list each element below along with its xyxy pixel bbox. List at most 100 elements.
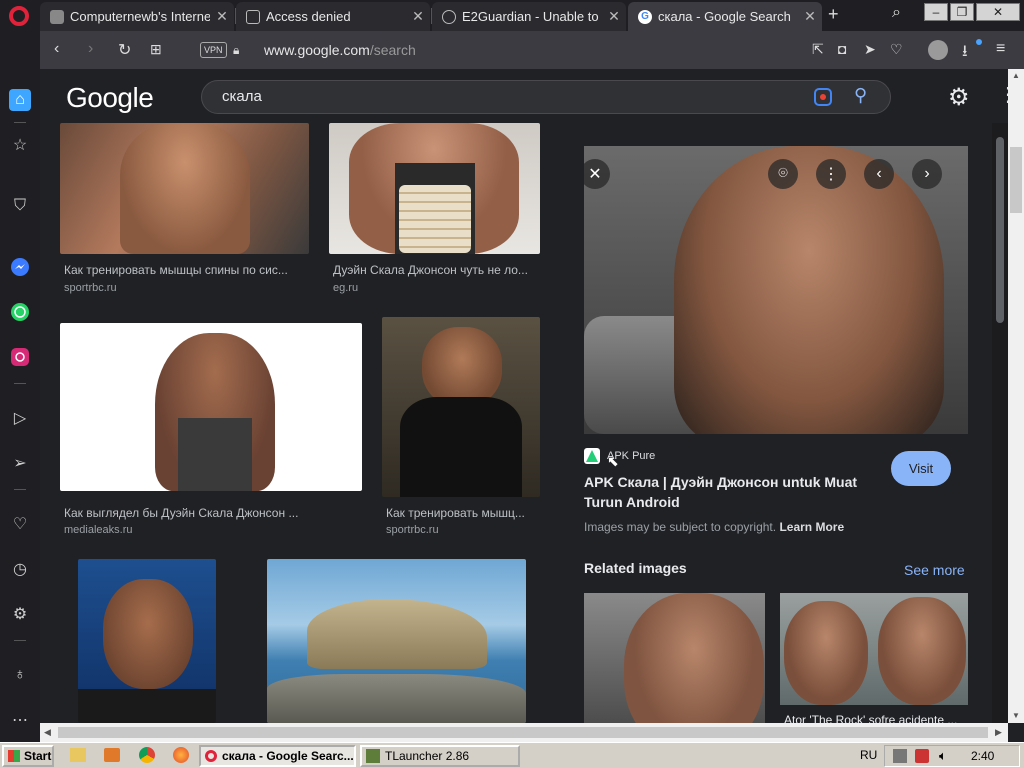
mouse-cursor-icon: ⬉ (607, 453, 619, 469)
result-image-2[interactable] (329, 123, 540, 254)
search-icon[interactable]: ⚲ (854, 85, 867, 106)
previous-icon[interactable]: ‹ (864, 159, 894, 189)
learn-more-link[interactable]: Learn More (779, 520, 844, 534)
related-image-2[interactable] (780, 593, 968, 705)
google-logo[interactable]: Google (66, 82, 154, 114)
close-tab-icon[interactable]: ✕ (210, 8, 234, 25)
close-tab-icon[interactable]: ✕ (406, 8, 430, 25)
network-tray-icon[interactable] (893, 749, 907, 763)
result-title[interactable]: Как тренировать мышцы спины по сис... (64, 263, 304, 277)
related-images-heading: Related images (584, 560, 687, 576)
result-source[interactable]: sportrbc.ru (386, 524, 439, 536)
media-player-quicklaunch-icon[interactable] (104, 748, 120, 762)
download-icon[interactable]: ⭳ (962, 40, 968, 67)
explorer-quicklaunch-icon[interactable] (70, 748, 86, 762)
task-opera-window[interactable]: скала - Google Searc... (199, 745, 356, 767)
result-image-4[interactable] (382, 317, 540, 497)
tab-e2guardian[interactable]: E2Guardian - Unable to lo ✕ (432, 2, 626, 31)
send-icon[interactable]: ➤ (864, 41, 876, 58)
heart-icon[interactable]: ♡ (890, 41, 903, 58)
profile-avatar[interactable] (928, 40, 948, 60)
visit-button[interactable]: Visit (891, 451, 951, 486)
result-title[interactable]: Дуэйн Скала Джонсон чуть не ло... (333, 263, 538, 277)
start-button[interactable]: Start (2, 745, 54, 767)
page-scrollbar[interactable]: ▲ ▼ (1008, 69, 1024, 723)
tab-computernewb[interactable]: Computernewb's Internet ✕ (40, 2, 234, 31)
new-tab-button[interactable]: + (828, 4, 839, 25)
messenger-icon[interactable] (9, 256, 31, 278)
result-image-5[interactable] (78, 559, 216, 723)
result-title[interactable]: Как тренировать мышц... (386, 506, 536, 520)
google-lens-icon[interactable] (814, 88, 832, 106)
tlauncher-icon (366, 749, 380, 763)
tab-title: скала - Google Search (658, 9, 791, 24)
easy-setup-icon[interactable]: ≡ (996, 40, 1005, 58)
preview-image[interactable]: ✕ ⌾ ⋮ ‹ › (584, 146, 968, 434)
result-source[interactable]: sportrbc.ru (64, 282, 117, 294)
send-flow-icon[interactable]: ➢ (9, 452, 31, 474)
tab-access-denied[interactable]: Access denied ✕ (236, 2, 430, 31)
chrome-quicklaunch-icon[interactable] (139, 747, 155, 763)
search-box[interactable]: скала ⚲ (201, 80, 891, 114)
speed-dial-icon[interactable]: ☆ (9, 134, 31, 156)
result-image-1[interactable] (60, 123, 309, 254)
windows-logo-icon (8, 750, 20, 762)
tab-title: Computernewb's Internet (70, 9, 210, 24)
tab-title: E2Guardian - Unable to lo (462, 9, 602, 24)
volume-tray-icon[interactable]: 🔈︎ (939, 748, 947, 764)
related-image-1[interactable] (584, 593, 765, 723)
close-window-button[interactable]: ✕ (976, 3, 1020, 21)
search-tabs-icon[interactable]: ⌕ (892, 4, 901, 22)
google-favicon-icon: G (638, 9, 652, 24)
task-tlauncher[interactable]: TLauncher 2.86 (360, 745, 520, 767)
more-sidebar-icon[interactable]: ⋯ (9, 709, 31, 731)
language-indicator[interactable]: RU (860, 748, 877, 762)
taskbar: Start скала - Google Searc... TLauncher … (0, 742, 1024, 768)
vpn-badge[interactable]: VPN (200, 42, 227, 58)
see-more-link[interactable]: See more (904, 562, 965, 578)
minimize-button[interactable]: – (924, 3, 948, 21)
settings-icon[interactable]: ⚙ (9, 603, 31, 625)
preview-panel: ✕ ⌾ ⋮ ‹ › APK Pure ⬉ APK Скала | Дуэйн Д… (556, 123, 992, 727)
result-source[interactable]: medialeaks.ru (64, 524, 132, 536)
result-title[interactable]: Как выглядел бы Дуэйн Скала Джонсон ... (64, 506, 360, 520)
address-bar: ‹ › ↻ ⊞ VPN 🔒︎ www.google.com/search ⇱ ◘… (40, 31, 1024, 69)
tips-lightbulb-icon[interactable]: ♁ (9, 664, 31, 686)
next-icon[interactable]: › (912, 159, 942, 189)
reload-icon[interactable]: ↻ (118, 40, 131, 60)
more-vert-icon[interactable]: ⋮ (816, 159, 846, 189)
settings-gear-icon[interactable]: ⚙ (948, 83, 970, 112)
home-icon[interactable]: ⌂ (9, 89, 31, 111)
tab-google-search[interactable]: G скала - Google Search ✕ (628, 2, 822, 31)
back-icon[interactable]: ‹ (54, 40, 59, 58)
player-icon[interactable]: ▷ (9, 407, 31, 429)
preview-title[interactable]: APK Скала | Дуэйн Джонсон untuk Muat Tur… (584, 472, 857, 512)
result-image-6[interactable] (267, 559, 526, 723)
horizontal-scrollbar[interactable]: ◀ ▶ (40, 723, 1008, 742)
tab-grid-icon[interactable]: ⊞ (150, 41, 162, 58)
clock[interactable]: 2:40 (971, 749, 994, 763)
history-icon[interactable]: ◷ (9, 558, 31, 580)
search-input[interactable]: скала (222, 88, 262, 105)
shopping-icon[interactable]: ⛉ (9, 195, 31, 217)
apkpure-favicon-icon (584, 448, 600, 464)
share-icon[interactable]: ⇱ (812, 41, 824, 58)
lens-search-icon[interactable]: ⌾ (768, 159, 798, 189)
close-tab-icon[interactable]: ✕ (602, 8, 626, 25)
result-source[interactable]: eg.ru (333, 282, 358, 294)
security-tray-icon[interactable] (915, 749, 929, 763)
opera-menu-icon[interactable] (9, 6, 29, 26)
url-field[interactable]: www.google.com/search (264, 42, 416, 58)
panel-scrollbar[interactable] (992, 123, 1008, 723)
close-tab-icon[interactable]: ✕ (798, 8, 822, 25)
camera-icon[interactable]: ◘ (838, 41, 846, 57)
maximize-button[interactable]: ❐ (950, 3, 974, 21)
firefox-quicklaunch-icon[interactable] (173, 747, 189, 763)
result-image-3[interactable] (60, 323, 362, 491)
lock-icon[interactable]: 🔒︎ (233, 43, 239, 58)
whatsapp-icon[interactable] (9, 301, 31, 323)
instagram-icon[interactable] (9, 346, 31, 368)
bookmarks-heart-icon[interactable]: ♡ (9, 513, 31, 535)
tab-title: Access denied (266, 9, 351, 24)
forward-icon[interactable]: › (88, 40, 93, 58)
